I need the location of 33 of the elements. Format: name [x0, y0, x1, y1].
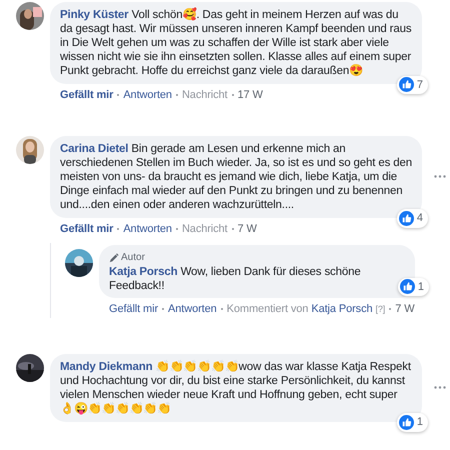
timestamp: 17 W — [238, 88, 263, 103]
reaction-count: 1 — [418, 280, 424, 294]
reaction-badge[interactable]: 1 — [398, 278, 429, 296]
comment-text: Katja Porsch Wow, lieben Dank für dieses schöne Feedback!! — [109, 265, 362, 293]
more-options-icon[interactable] — [434, 175, 446, 178]
thumbs-up-icon — [398, 414, 414, 430]
action-label: Nachricht — [182, 88, 228, 103]
thumbs-up-icon — [398, 77, 414, 92]
action-link[interactable]: Antworten — [168, 301, 217, 318]
action-link[interactable]: Gefällt mir — [109, 301, 158, 318]
action-link[interactable]: Gefällt mir — [60, 87, 114, 104]
pencil-icon — [109, 252, 119, 262]
author-link[interactable]: Katja Porsch — [311, 301, 372, 318]
action-label: Nachricht — [182, 222, 228, 236]
action-link[interactable]: Gefällt mir — [60, 220, 114, 237]
reaction-count: 7 — [416, 78, 423, 92]
action-label: Kommentiert von — [226, 302, 308, 317]
comment-text: Pinky Küster Voll schön🥰. Das geht in meinem Herzen auf was du da gesagt hast. Wir müssen unseren inneren Kampf beenden und raus in Die Welt gehen um was zu schaffen der Wille ist stark aber viele wissen nicht wie sie ihn einsetzten sollen. Klasse alles auf einem super Punkt gebracht. Hoffe du erreichst ganz viele da daraußen😍 — [60, 8, 412, 78]
thumbs-up-icon — [398, 210, 414, 226]
author-label: Autor — [121, 251, 145, 265]
comment-text: Carina Dietel Bin gerade am Lesen und erkenne mich an verschiedenen Stellen im Buch wieder. Ja, so ist es und so geht es den meisten von uns- da braucht es jemand wie dich, liebe Katja, um die Dinge einfach mal wieder auf den Punkt zu bringen und zu benennen und....den einen oder anderen wachzurütteln.... — [60, 142, 412, 212]
timestamp: 7 W — [395, 302, 414, 317]
reaction-count: 1 — [416, 415, 423, 430]
action-link[interactable]: Antworten — [123, 87, 172, 104]
reaction-count: 4 — [416, 211, 423, 226]
comment-text: Mandy Diekmann 👏👏👏👏👏👏wow das war klasse Katja Respekt und Hochachtung vor dir, du bist eine starke Persönlichkeit, du kannst vielen Menschen wieder neue Kraft und Hoffnung geben, echt super 👌😜👏👏👏👏👏👏 — [60, 360, 412, 416]
reaction-badge[interactable]: 7 — [396, 76, 428, 94]
timestamp: 7 W — [238, 222, 257, 236]
reaction-badge[interactable]: 4 — [396, 209, 428, 228]
thumbs-up-icon — [400, 279, 415, 294]
action-link[interactable]: Antworten — [123, 220, 172, 237]
more-options-icon[interactable] — [434, 386, 446, 389]
reaction-badge[interactable]: 1 — [396, 413, 428, 432]
